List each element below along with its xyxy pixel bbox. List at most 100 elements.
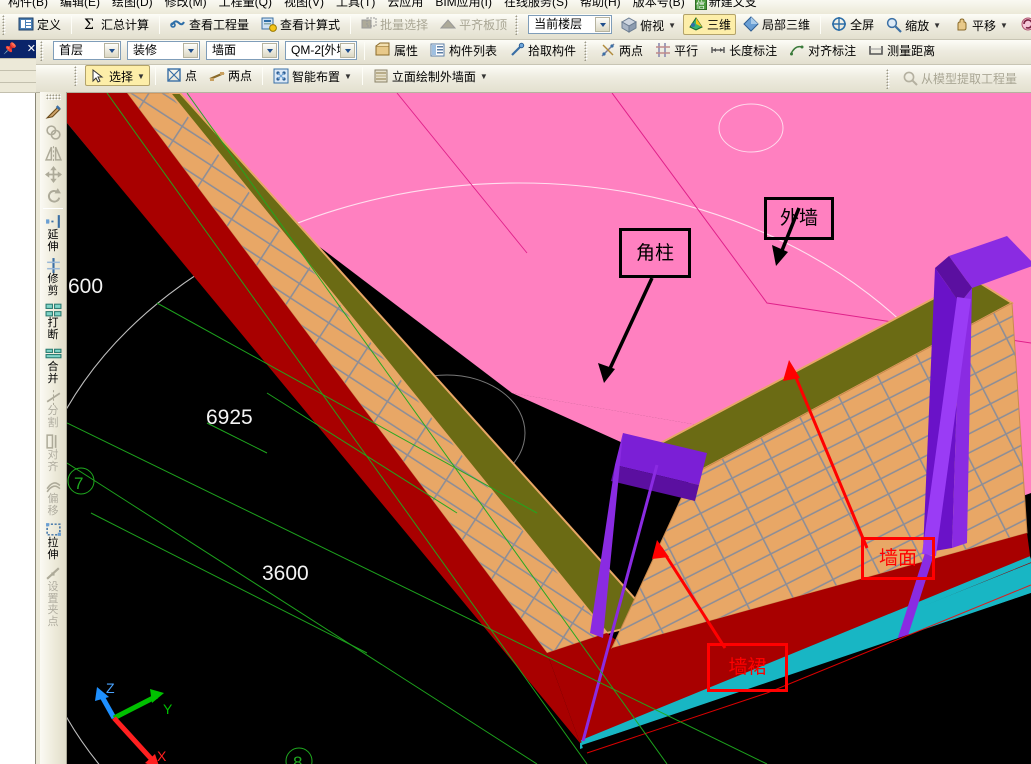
local-3d-button[interactable]: 局部三维 (738, 14, 815, 35)
parallel-button[interactable]: 平行 (650, 40, 703, 61)
element-name-combo[interactable]: QM-2[外墙 (285, 41, 357, 60)
summary-calc-button[interactable]: Σ 汇总计算 (77, 14, 154, 35)
properties-button-label: 属性 (394, 44, 419, 58)
elevation-draw-exterior-wall-button-caret-icon[interactable]: ▼ (480, 66, 488, 87)
two-point-tool-button[interactable]: 两点 (204, 65, 257, 86)
two-point-button[interactable]: 两点 (595, 40, 648, 61)
grid-label-7: 7 (74, 474, 84, 493)
palette-tool-set-grip-label: 设置夹点 (47, 581, 59, 628)
menu-modify[interactable]: 修改(M) (159, 0, 213, 11)
palette-tool-merge[interactable]: 合并 (40, 343, 66, 387)
floor-select-combo[interactable]: 首层 (53, 41, 121, 60)
menu-tools[interactable]: 工具(T) (330, 0, 381, 11)
pan-button-caret-icon[interactable]: ▼ (1000, 15, 1008, 36)
toolbar-separator-3 (361, 66, 363, 85)
element-type-combo[interactable]: 墙面 (206, 41, 279, 60)
palette-tool-extend[interactable]: 延伸 (40, 211, 66, 255)
toolbar-grip-6[interactable] (885, 68, 893, 89)
elevation-draw-exterior-wall-button[interactable]: 立面绘制外墙面 ▼ (368, 65, 493, 86)
align-slab-top-button-label: 平齐板顶 (459, 18, 508, 32)
select-tool-button-caret-icon[interactable]: ▼ (137, 66, 145, 87)
menu-component[interactable]: 构件(B) (2, 0, 54, 11)
toolbar-separator-3 (261, 66, 263, 85)
point-tool-button[interactable]: 点 (161, 65, 202, 86)
three-d-button[interactable]: 三维 (683, 14, 737, 35)
batch-select-button-label: 批量选择 (380, 18, 429, 32)
pick-component-button[interactable]: 拾取构件 (504, 40, 581, 61)
menu-edit[interactable]: 编辑(E) (54, 0, 106, 11)
callout-corner-column: 角柱 (619, 228, 691, 278)
align-dimension-button[interactable]: 对齐标注 (784, 40, 861, 61)
current-floor-combo[interactable]: 当前楼层 (528, 15, 613, 34)
menu-version[interactable]: 版本号(B) (627, 0, 691, 11)
category-select-combo[interactable]: 装修 (127, 41, 200, 60)
menu-bim[interactable]: BIM应用(I) (429, 0, 498, 11)
grid-label-8: 8 (293, 753, 303, 764)
brush-icon (44, 103, 63, 120)
toolbar-grip-5[interactable] (74, 65, 81, 86)
combo-arrow-icon-2[interactable] (262, 43, 277, 58)
three-d-viewport[interactable]: Z Y X 角柱 外墙 墙面 墙裙 600 6925 3600 7 8 (67, 93, 1031, 764)
combo-arrow-icon-0[interactable] (104, 43, 119, 58)
fullscreen-button[interactable]: 全屏 (826, 14, 879, 35)
measure-distance-button[interactable]: 测量距离 (863, 40, 940, 61)
define-button[interactable]: 定义 (13, 14, 66, 35)
panel-pin-bar: 📌 ✕ (0, 40, 36, 58)
pan-button[interactable]: 平移 ▼ (948, 14, 1013, 35)
menu-quantity[interactable]: 工程量(Q) (213, 0, 278, 11)
view-quantity-button[interactable]: 查看工程量 (165, 14, 254, 35)
top-view-button-caret-icon[interactable]: ▼ (668, 15, 676, 36)
palette-grip[interactable] (45, 94, 61, 100)
palette-tool-stretch[interactable]: 拉伸 (40, 519, 66, 563)
element-type-combo-value: 墙面 (212, 43, 237, 57)
palette-tool-offset[interactable]: 偏移 (40, 475, 66, 519)
palette-tool-trim-label: 修剪 (47, 273, 59, 297)
view-formula-button[interactable]: 查看计算式 (256, 14, 345, 35)
toolbar-grip-2[interactable] (515, 14, 523, 35)
palette-tool-split[interactable]: 分割 (40, 387, 66, 431)
smart-layout-button[interactable]: 智能布置 ▼ (268, 65, 357, 86)
palette-tool-rotate[interactable] (40, 185, 66, 206)
axis-label-x: X (157, 748, 167, 764)
palette-tool-trim[interactable]: 修剪 (40, 255, 66, 299)
length-dimension-button[interactable]: 长度标注 (705, 40, 782, 61)
menu-draw[interactable]: 绘图(D) (106, 0, 159, 11)
palette-tool-stretch-label: 拉伸 (47, 537, 59, 561)
combo-arrow-icon[interactable] (595, 17, 611, 32)
menu-cloud[interactable]: 云应用 (381, 0, 429, 11)
zoom-button[interactable]: 缩放 ▼ (881, 14, 946, 35)
toolbar-grip-3[interactable] (40, 40, 47, 61)
point-tool-button-label: 点 (184, 69, 197, 83)
palette-tool-copy-rotate[interactable] (40, 122, 66, 143)
pin-icon[interactable]: 📌 (0, 43, 20, 55)
properties-button[interactable]: 属性 (370, 40, 423, 61)
component-list-button[interactable]: 构件列表 (425, 40, 502, 61)
top-view-button-label: 俯视 (640, 19, 665, 33)
toolbar-grip-4[interactable] (584, 40, 592, 61)
screen-rotate-button[interactable]: 屏幕旋转 (1015, 14, 1031, 35)
combo-arrow-icon-1[interactable] (183, 43, 198, 58)
select-tool-button-label: 选择 (109, 70, 134, 84)
callout-exterior-wall: 外墙 (764, 197, 834, 240)
toolbar-separator-2 (820, 15, 822, 34)
palette-tool-align[interactable]: 对齐 (40, 431, 66, 475)
select-tool-button[interactable]: 选择 ▼ (85, 65, 150, 86)
extend-icon (44, 213, 63, 230)
smart-layout-button-caret-icon[interactable]: ▼ (344, 66, 352, 87)
menu-help[interactable]: 帮助(H) (574, 0, 627, 11)
palette-tool-mirror[interactable] (40, 143, 66, 164)
top-view-button[interactable]: 俯视 ▼ (616, 14, 681, 35)
combo-arrow-icon-3[interactable] (340, 43, 355, 58)
menu-online-service[interactable]: 在线服务(S) (498, 0, 574, 11)
palette-tool-move[interactable] (40, 164, 66, 185)
close-icon[interactable]: ✕ (24, 43, 39, 55)
new-message-item[interactable]: 信新建文支 (691, 0, 761, 11)
zoom-button-caret-icon[interactable]: ▼ (933, 15, 941, 36)
menu-view[interactable]: 视图(V) (278, 0, 330, 11)
toolbar-grip[interactable] (2, 14, 9, 35)
palette-tool-brush[interactable] (40, 101, 66, 122)
palette-tool-set-grip[interactable]: 设置夹点 (40, 563, 66, 630)
palette-tool-break[interactable]: 打断 (40, 299, 66, 343)
main-toolbar: 定义 Σ 汇总计算 查看工程量 查看计算式 批量选择 平齐板顶 当前楼层 俯视 ▼ 三维 局部三维 全屏… (0, 14, 1031, 40)
align-dimension-button-label: 对齐标注 (808, 44, 857, 58)
